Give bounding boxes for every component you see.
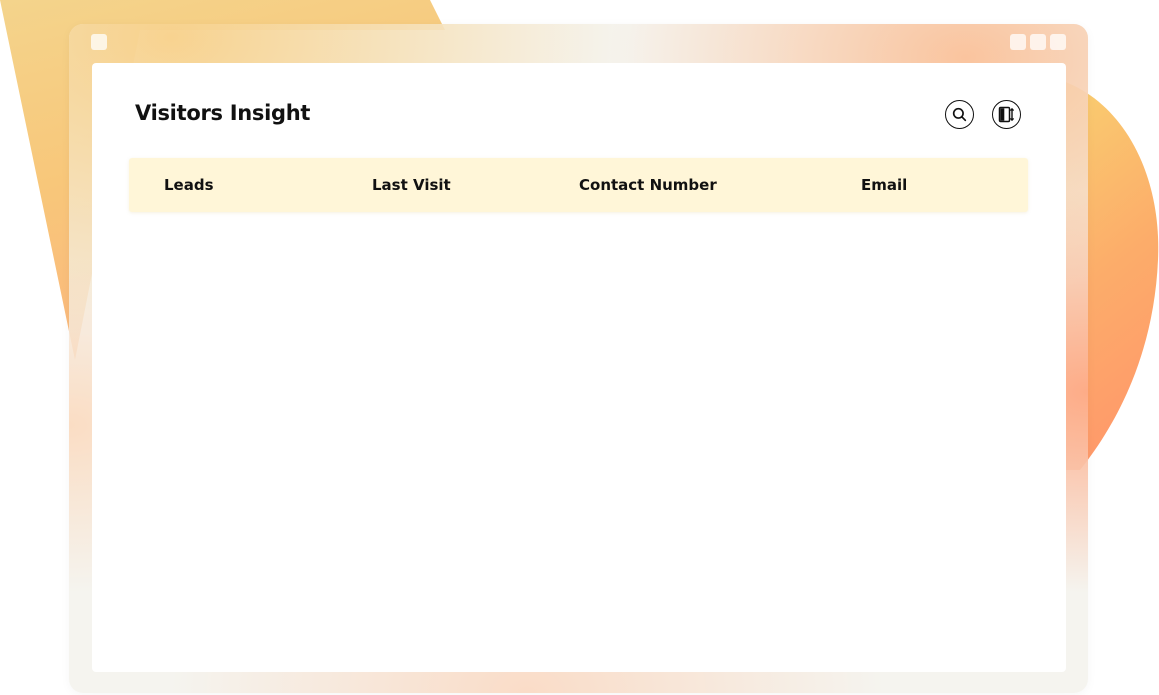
column-header-last-visit[interactable]: Last Visit [372, 158, 451, 212]
column-settings-button[interactable] [992, 100, 1021, 129]
window-maximize-square[interactable] [1030, 34, 1046, 50]
window-close-square[interactable] [1050, 34, 1066, 50]
search-icon [952, 107, 967, 122]
window-menu-square [91, 34, 107, 50]
window-minimize-square[interactable] [1010, 34, 1026, 50]
column-header-contact-number[interactable]: Contact Number [579, 158, 717, 212]
content-panel: Visitors Insight Leads Last Visit Contac… [92, 63, 1066, 672]
page-title: Visitors Insight [135, 101, 311, 125]
column-header-leads[interactable]: Leads [164, 158, 214, 212]
table-header: Leads Last Visit Contact Number Email [129, 158, 1028, 212]
search-button[interactable] [945, 100, 974, 129]
column-resize-icon [998, 106, 1015, 123]
column-header-email[interactable]: Email [861, 158, 907, 212]
